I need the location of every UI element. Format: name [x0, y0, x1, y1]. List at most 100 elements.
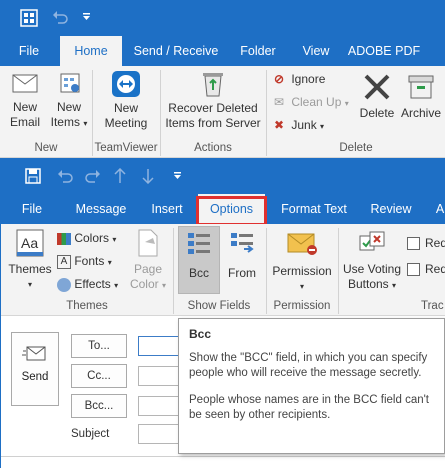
tab-insert[interactable]: Insert	[143, 194, 191, 224]
group-permission-label: Permission	[273, 300, 331, 312]
tab-home[interactable]: Home	[60, 36, 122, 66]
chevron-down-icon: ▾	[392, 281, 397, 290]
tooltip-title: Bcc	[189, 327, 212, 341]
from-label: From	[228, 266, 256, 280]
app-icon[interactable]	[20, 9, 38, 27]
permission-button[interactable]: Permission ▾	[269, 228, 335, 298]
new-email-icon	[12, 74, 38, 93]
chevron-down-icon: ▾	[83, 119, 88, 128]
chevron-down-icon: ▾	[112, 235, 117, 244]
customize-quick-access-icon[interactable]	[82, 13, 92, 21]
tab-file[interactable]: File	[10, 36, 48, 66]
group-teamviewer-label: TeamViewer	[94, 142, 158, 154]
tab-folder[interactable]: Folder	[232, 36, 284, 66]
bcc-label: Bcc	[188, 266, 209, 280]
message-ribbon-tabs: File Message Insert Options Format Text …	[1, 194, 445, 226]
effects-label: Effects	[74, 277, 111, 291]
arrow-down-icon[interactable]	[142, 168, 154, 184]
message-titlebar	[1, 158, 445, 194]
permission-label: Permission	[272, 264, 332, 278]
divider	[1, 456, 445, 457]
tab-view[interactable]: View	[296, 36, 336, 66]
tab-format-text[interactable]: Format Text	[275, 194, 353, 224]
save-icon[interactable]	[25, 168, 41, 184]
junk-icon: ✖	[274, 118, 285, 132]
clean-up-button[interactable]: ✉ Clean Up ▾	[274, 94, 349, 112]
group-show-fields-label: Show Fields	[187, 300, 251, 312]
page-color-label-1: Page	[133, 262, 163, 276]
colors-icon	[57, 232, 71, 245]
message-ribbon: Aa Themes ▾ Colors ▾ A Fonts ▾ Effects ▾…	[1, 224, 445, 316]
request-read-receipt-checkbox[interactable]	[407, 263, 420, 276]
fonts-icon: A	[57, 254, 71, 269]
recycle-bin-icon	[203, 73, 223, 97]
new-email-button[interactable]: New Email	[4, 72, 46, 142]
new-meeting-button[interactable]: New Meeting	[97, 70, 155, 142]
tab-send-receive[interactable]: Send / Receive	[130, 36, 222, 66]
outer-ribbon: New Email New Items ▾ New New Meeting Te…	[0, 66, 445, 158]
colors-button[interactable]: Colors ▾	[57, 230, 116, 248]
effects-icon	[57, 277, 71, 292]
archive-button[interactable]: Archive	[398, 72, 444, 142]
divider	[266, 70, 267, 156]
chevron-down-icon: ▾	[114, 281, 119, 290]
send-label: Send	[21, 371, 49, 383]
request-read-receipt-label: Req	[425, 262, 445, 276]
effects-button[interactable]: Effects ▾	[57, 276, 118, 294]
outer-titlebar	[0, 0, 445, 36]
new-items-label-1: New	[56, 100, 81, 114]
junk-label: Junk	[291, 118, 317, 132]
tab-more[interactable]: A	[433, 194, 445, 224]
customize-quick-access-icon[interactable]	[173, 172, 183, 180]
page-color-button[interactable]: Page Color ▾	[125, 228, 171, 298]
group-themes-label: Themes	[66, 300, 108, 312]
tab-message[interactable]: Message	[71, 194, 131, 224]
themes-icon: Aa	[16, 229, 44, 257]
new-meeting-label-2: Meeting	[104, 116, 148, 130]
recover-deleted-items-button[interactable]: Recover Deleted Items from Server	[163, 70, 263, 142]
colors-label: Colors	[74, 231, 110, 245]
new-items-label-2: Items	[50, 115, 80, 129]
tab-file[interactable]: File	[13, 194, 51, 224]
options-highlight-box	[196, 196, 267, 226]
bcc-address-button[interactable]: Bcc...	[71, 394, 127, 418]
ignore-button[interactable]: ⊘ Ignore	[274, 71, 325, 87]
themes-label: Themes	[8, 262, 52, 276]
undo-icon[interactable]	[57, 169, 73, 183]
chevron-down-icon: ▾	[320, 122, 325, 131]
chevron-down-icon: ▾	[299, 282, 304, 291]
bcc-icon	[188, 233, 210, 254]
send-button[interactable]: Send	[11, 332, 59, 406]
from-button[interactable]: From	[223, 228, 261, 294]
archive-icon	[408, 75, 434, 99]
chevron-down-icon: ▾	[344, 99, 349, 108]
tab-review[interactable]: Review	[363, 194, 419, 224]
delete-button[interactable]: Delete	[356, 72, 398, 142]
delete-x-icon	[364, 74, 390, 100]
undo-icon[interactable]	[52, 10, 68, 24]
request-delivery-receipt-checkbox[interactable]	[407, 237, 420, 250]
svg-text:Aa: Aa	[21, 235, 38, 251]
recover-label-2: Items from Server	[165, 116, 261, 130]
recover-label-1: Recover Deleted	[168, 101, 258, 115]
clean-up-icon: ✉	[274, 95, 285, 109]
use-voting-buttons-button[interactable]: Use Voting Buttons ▾	[341, 228, 403, 298]
bcc-button[interactable]: Bcc	[178, 228, 220, 294]
group-tracking-label: Trac	[421, 300, 444, 312]
tooltip-body-2: People whose names are in the BCC field …	[189, 394, 429, 421]
delete-label: Delete	[359, 106, 395, 120]
themes-button[interactable]: Aa Themes ▾	[7, 228, 53, 298]
divider	[160, 70, 161, 156]
to-button[interactable]: To...	[71, 334, 127, 358]
arrow-up-icon[interactable]	[114, 168, 126, 184]
new-items-button[interactable]: New Items ▾	[48, 72, 90, 142]
new-items-icon	[60, 73, 80, 93]
junk-button[interactable]: ✖ Junk ▾	[274, 117, 324, 135]
send-icon	[22, 346, 46, 361]
tooltip-body-1: Show the "BCC" field, in which you can s…	[189, 352, 428, 379]
tab-adobe-pdf[interactable]: ADOBE PDF	[342, 36, 426, 66]
redo-icon[interactable]	[85, 169, 101, 183]
fonts-button[interactable]: A Fonts ▾	[57, 253, 112, 271]
request-delivery-receipt-label: Req	[425, 236, 445, 250]
cc-button[interactable]: Cc...	[71, 364, 127, 388]
